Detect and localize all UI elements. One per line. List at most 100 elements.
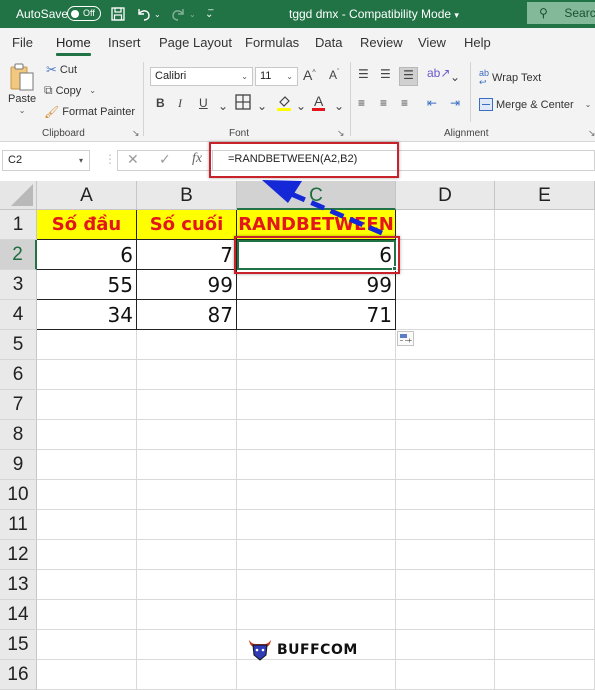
cell-a11[interactable]: [37, 510, 137, 540]
font-size-combo[interactable]: 11 ⌄: [255, 67, 298, 86]
row-header-15[interactable]: 15: [0, 630, 37, 660]
cell-c16[interactable]: [237, 660, 396, 690]
cell-e7[interactable]: [495, 390, 595, 420]
name-box[interactable]: C2 ▾: [2, 150, 90, 171]
cell-e3[interactable]: [495, 270, 595, 300]
bold-button[interactable]: B: [156, 96, 165, 110]
font-name-combo[interactable]: Calibri ⌄: [150, 67, 253, 86]
orientation-dropdown-icon[interactable]: ⌄: [450, 70, 460, 84]
cell-e8[interactable]: [495, 420, 595, 450]
underline-dropdown-icon[interactable]: ⌄: [218, 99, 228, 113]
cell-b14[interactable]: [137, 600, 237, 630]
cell-c11[interactable]: [237, 510, 396, 540]
cell-e5[interactable]: [495, 330, 595, 360]
tab-view[interactable]: View: [418, 35, 446, 50]
fill-color-button[interactable]: [276, 94, 292, 115]
cell-b15[interactable]: [137, 630, 237, 660]
cell-c10[interactable]: [237, 480, 396, 510]
tab-help[interactable]: Help: [464, 35, 491, 50]
cell-a6[interactable]: [37, 360, 137, 390]
cell-d3[interactable]: [396, 270, 495, 300]
cell-d4[interactable]: [396, 300, 495, 330]
cell-d8[interactable]: [396, 420, 495, 450]
document-title[interactable]: tggd dmx - Compatibility Mode ▾: [289, 7, 459, 21]
cell-b16[interactable]: [137, 660, 237, 690]
redo-icon[interactable]: [170, 5, 186, 23]
align-top-button[interactable]: ☰: [358, 67, 369, 81]
increase-indent-button[interactable]: ⇥: [450, 96, 460, 110]
cell-c8[interactable]: [237, 420, 396, 450]
cell-c14[interactable]: [237, 600, 396, 630]
cell-e12[interactable]: [495, 540, 595, 570]
cell-b11[interactable]: [137, 510, 237, 540]
cell-e6[interactable]: [495, 360, 595, 390]
underline-button[interactable]: U: [199, 96, 208, 110]
row-header-16[interactable]: 16: [0, 660, 37, 690]
cell-d2[interactable]: [396, 240, 495, 270]
row-header-12[interactable]: 12: [0, 540, 37, 570]
copy-dropdown-icon[interactable]: ⌄: [89, 86, 96, 95]
row-header-4[interactable]: 4: [0, 300, 37, 330]
align-bottom-button[interactable]: ☰: [399, 67, 418, 86]
cell-b4[interactable]: 87: [137, 300, 237, 330]
tab-home[interactable]: Home: [56, 35, 91, 56]
cell-a2[interactable]: 6: [37, 240, 137, 270]
enter-icon[interactable]: ✓: [159, 151, 171, 168]
cell-a1[interactable]: Số đầu: [37, 210, 137, 240]
format-painter-button[interactable]: 🖌 Format Painter: [44, 105, 135, 119]
autosave-toggle[interactable]: Off: [67, 6, 101, 21]
tab-insert[interactable]: Insert: [108, 35, 141, 50]
cell-b6[interactable]: [137, 360, 237, 390]
italic-button[interactable]: I: [178, 96, 182, 111]
font-launcher-icon[interactable]: ↘: [337, 128, 345, 139]
cell-d7[interactable]: [396, 390, 495, 420]
row-header-14[interactable]: 14: [0, 600, 37, 630]
row-header-5[interactable]: 5: [0, 330, 37, 360]
undo-icon[interactable]: [135, 5, 151, 23]
row-header-8[interactable]: 8: [0, 420, 37, 450]
cell-c6[interactable]: [237, 360, 396, 390]
row-header-1[interactable]: 1: [0, 210, 37, 240]
cell-d16[interactable]: [396, 660, 495, 690]
cell-d12[interactable]: [396, 540, 495, 570]
tab-file[interactable]: File: [12, 35, 33, 50]
cell-d6[interactable]: [396, 360, 495, 390]
cell-a3[interactable]: 55: [37, 270, 137, 300]
cell-d15[interactable]: [396, 630, 495, 660]
cell-d9[interactable]: [396, 450, 495, 480]
cell-c13[interactable]: [237, 570, 396, 600]
row-header-7[interactable]: 7: [0, 390, 37, 420]
cell-b2[interactable]: 7: [137, 240, 237, 270]
cancel-icon[interactable]: ✕: [127, 151, 139, 168]
cell-b3[interactable]: 99: [137, 270, 237, 300]
clipboard-launcher-icon[interactable]: ↘: [132, 128, 140, 139]
column-header-e[interactable]: E: [495, 181, 595, 210]
paste-dropdown-icon[interactable]: ⌄: [19, 106, 26, 115]
borders-button[interactable]: [235, 94, 251, 113]
cell-a12[interactable]: [37, 540, 137, 570]
cell-a8[interactable]: [37, 420, 137, 450]
shrink-font-button[interactable]: Aˇ: [329, 68, 339, 82]
insert-function-icon[interactable]: fx: [192, 151, 202, 167]
borders-dropdown-icon[interactable]: ⌄: [257, 99, 267, 113]
cell-d10[interactable]: [396, 480, 495, 510]
cell-d11[interactable]: [396, 510, 495, 540]
cell-c7[interactable]: [237, 390, 396, 420]
tab-page-layout[interactable]: Page Layout: [159, 35, 232, 50]
font-color-button[interactable]: A: [312, 93, 326, 111]
cell-a13[interactable]: [37, 570, 137, 600]
wrap-text-button[interactable]: ab ↩ Wrap Text: [479, 69, 541, 87]
font-color-dropdown-icon[interactable]: ⌄: [334, 99, 344, 113]
row-header-10[interactable]: 10: [0, 480, 37, 510]
undo-dropdown-icon[interactable]: ⌄: [154, 5, 161, 23]
cell-a5[interactable]: [37, 330, 137, 360]
cell-b8[interactable]: [137, 420, 237, 450]
cell-b9[interactable]: [137, 450, 237, 480]
grow-font-button[interactable]: A^: [303, 67, 316, 83]
paste-button[interactable]: Paste ⌄: [8, 62, 36, 115]
column-header-d[interactable]: D: [396, 181, 495, 210]
cell-a10[interactable]: [37, 480, 137, 510]
cell-e14[interactable]: [495, 600, 595, 630]
cell-a14[interactable]: [37, 600, 137, 630]
cell-c5[interactable]: [237, 330, 396, 360]
